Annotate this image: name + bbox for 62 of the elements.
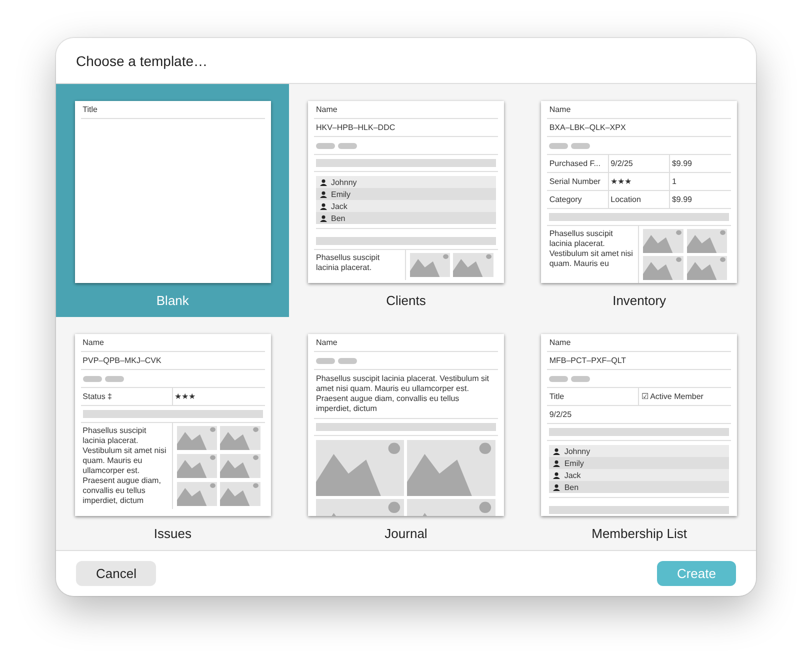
person-icon — [320, 190, 327, 198]
template-tile[interactable]: Name BXA–LBK–QLK–XPX Purchased F... 9/2/25 $9.99 Serial Number ★★★ 1 Category Location $9.99 Phasellus suscipit lacinia placerat. Vestibulum sit amet nisi quam. Mauris eu Inventory — [522, 84, 756, 318]
table-cell-text: 1 — [670, 176, 678, 188]
paragraph-text: Phasellus suscipit lacinia placerat. Vestibulum sit amet nisi quam. Mauris eu — [547, 226, 640, 284]
list-row: Johnny — [316, 176, 496, 188]
pill-placeholder — [571, 142, 590, 149]
table-cell: Category — [547, 191, 609, 208]
table-cell-text: ☑ Active Member — [640, 391, 704, 404]
list-row: Ben — [316, 212, 496, 224]
template-tile[interactable]: Name HKV–HPB–HLK–DDC Johnny Emily Jack Ben Phasellus suscipit lacinia placerat. Clients — [289, 84, 523, 318]
template-tile[interactable]: Title Blank — [56, 84, 290, 318]
table-cell: Purchased F... — [547, 155, 609, 172]
field-text: PVP–QPB–MKJ–CVK — [82, 356, 162, 366]
cancel-button[interactable]: Cancel — [76, 561, 156, 586]
field-text: Title — [82, 105, 98, 114]
field-text: Name — [316, 338, 338, 348]
field-text: Name — [316, 105, 338, 114]
list-row: Jack — [316, 200, 496, 212]
pill-placeholder — [316, 358, 335, 364]
paragraph-text: Phasellus suscipit lacinia placerat. Vestibulum sit amet nisi quam. Mauris eu ullamcorper est. Praesent augue diam, convallis eu tellus imperdiet, dictum — [80, 423, 173, 510]
list-row: Johnny — [549, 445, 730, 458]
paragraph-text: Phasellus suscipit lacinia placerat. — [314, 250, 406, 280]
field-text: Name — [82, 338, 104, 348]
pill-placeholder — [82, 376, 102, 382]
person-icon — [553, 460, 560, 467]
field-text: HKV–HPB–HLK–DDC — [316, 123, 396, 132]
template-tile[interactable]: Name MFB–PCT–PXF–QLT Title ☑ Active Member 9/2/25 Johnny Emily Jack Ben Membership List — [522, 317, 756, 550]
pill-placeholder — [316, 142, 335, 149]
pill-placeholder — [338, 358, 357, 364]
template-tile[interactable]: Name PVP–QPB–MKJ–CVK Status ‡ ★★★ Phasellus suscipit lacinia placerat. Vestibulum sit amet nisi quam. Mauris eu ullamcorper est. Praesent augue diam, convallis eu tellus imperdiet, dictum Issues — [56, 317, 290, 550]
field-text: 9/2/25 — [549, 410, 572, 420]
pill-placeholder — [571, 376, 590, 382]
pill-placeholder — [549, 142, 568, 149]
list-row: Ben — [549, 481, 730, 494]
list-row: Emily — [316, 188, 496, 200]
person-icon — [320, 178, 327, 186]
table-cell: Title — [547, 388, 640, 406]
table-cell-text: $9.99 — [670, 158, 693, 170]
person-icon — [553, 484, 560, 491]
table-cell-text: ★★★ — [174, 391, 197, 404]
person-icon — [553, 472, 560, 479]
pill-placeholder — [338, 142, 357, 149]
person-icon — [553, 448, 560, 455]
table-cell: 9/2/25 — [608, 155, 670, 172]
table-cell: Location — [608, 191, 670, 208]
table-cell: Serial Number — [547, 173, 609, 190]
person-icon — [320, 202, 327, 210]
table-cell: ★★★ — [608, 173, 670, 190]
dialog-title: Choose a template… — [76, 52, 208, 69]
list-row: Emily — [549, 457, 730, 470]
paragraph-text: Phasellus suscipit lacinia placerat. Vestibulum sit amet nisi quam. Mauris eu ullamcorper est. Praesent augue diam, convallis eu tellus imperdiet, dictum — [314, 370, 498, 420]
pill-placeholder — [549, 376, 568, 382]
list-row: Jack — [549, 469, 730, 482]
table-cell: Status ‡ — [80, 388, 173, 406]
table-cell-text: $9.99 — [670, 194, 693, 206]
field-text: Name — [549, 105, 571, 114]
template-tile[interactable]: Name Phasellus suscipit lacinia placerat. Vestibulum sit amet nisi quam. Mauris eu ullamcorper est. Praesent augue diam, convallis eu tellus imperdiet, dictum Journal — [289, 317, 523, 550]
person-icon — [320, 214, 327, 222]
pill-placeholder — [104, 376, 124, 382]
field-text: BXA–LBK–QLK–XPX — [549, 123, 626, 132]
field-text: Name — [549, 338, 571, 348]
field-text: MFB–PCT–PXF–QLT — [549, 356, 626, 366]
